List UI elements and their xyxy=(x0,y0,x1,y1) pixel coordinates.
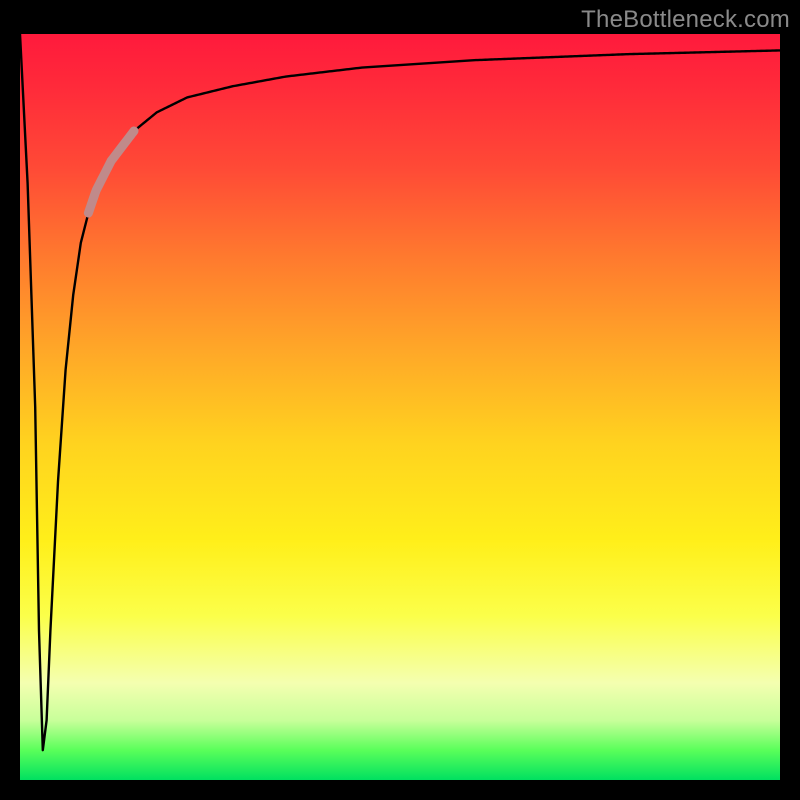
chart-frame: TheBottleneck.com xyxy=(0,0,800,800)
watermark-text: TheBottleneck.com xyxy=(581,6,790,34)
bottleneck-curve xyxy=(20,34,780,750)
curve-layer xyxy=(20,34,780,780)
curve-main xyxy=(20,34,780,750)
curve-highlight-segment xyxy=(88,131,134,213)
